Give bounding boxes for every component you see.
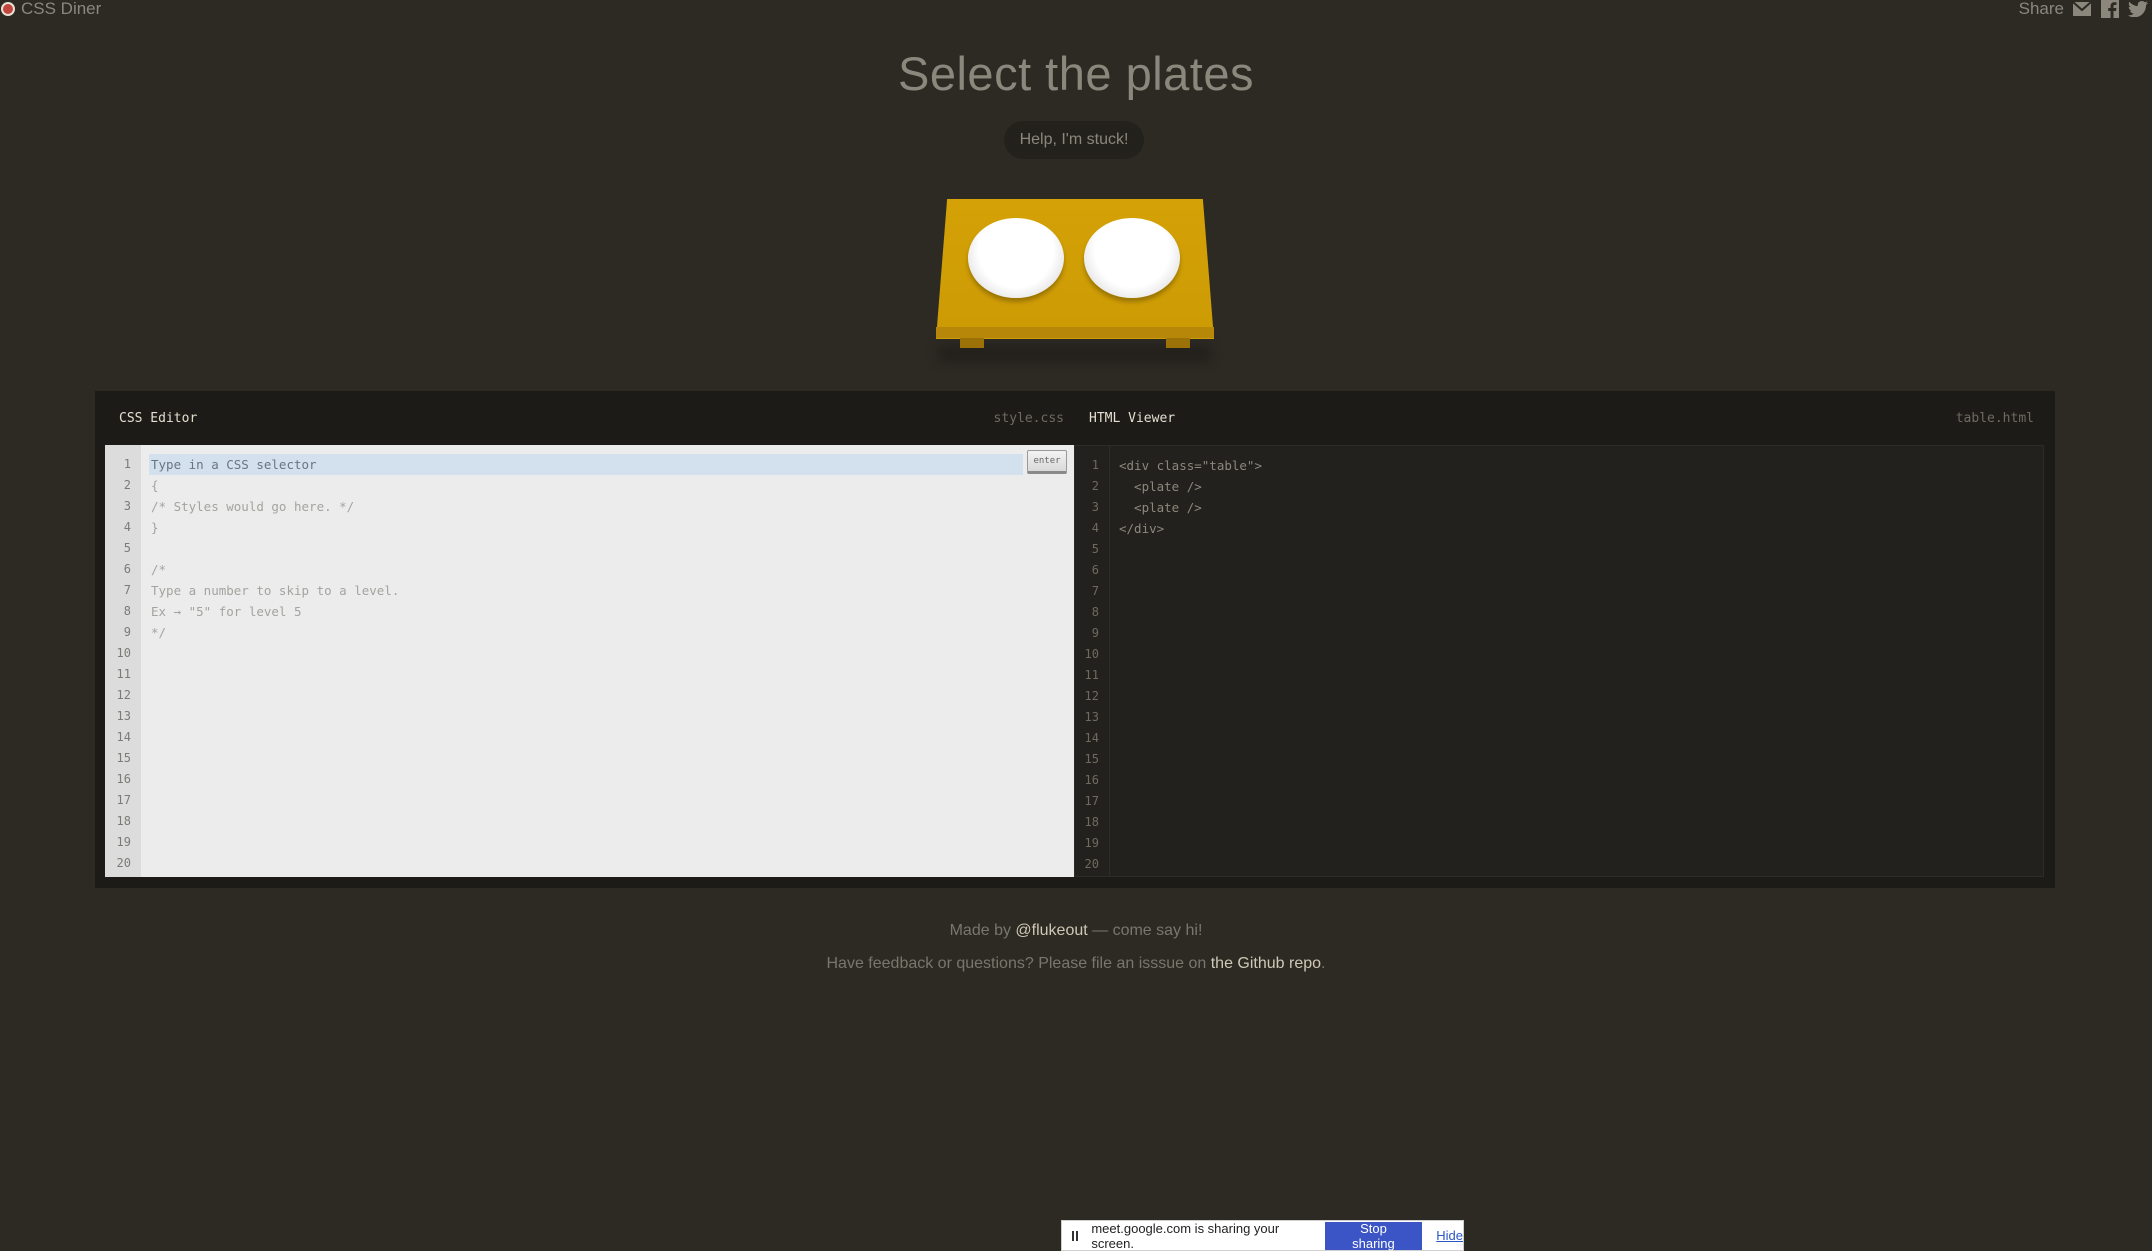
- logo-text: CSS Diner: [21, 0, 102, 18]
- enter-button[interactable]: enter: [1027, 450, 1067, 474]
- plate[interactable]: [1084, 218, 1180, 298]
- table-scene: [930, 196, 1220, 366]
- table-edge: [936, 327, 1214, 338]
- hide-link[interactable]: Hide: [1436, 1228, 1463, 1243]
- help-button[interactable]: Help, I'm stuck!: [1004, 121, 1144, 159]
- css-code: { /* Styles would go here. */} /* Type a n…: [151, 475, 399, 643]
- html-viewer-filename: table.html: [1955, 410, 2034, 426]
- code-line: */: [151, 625, 167, 640]
- css-editor-header: CSS Editor style.css: [119, 401, 1064, 435]
- css-editor-filename: style.css: [993, 410, 1064, 426]
- code-line: /*: [151, 562, 167, 577]
- footer-credit: Made by @flukeout — come say hi!: [0, 922, 2152, 940]
- screen-share-message: meet.google.com is sharing your screen.: [1091, 1220, 1280, 1251]
- feedback-prefix: Have feedback or questions? Please file …: [826, 955, 1211, 972]
- share-bar: Share: [2019, 0, 2148, 18]
- logo[interactable]: CSS Diner: [0, 0, 101, 18]
- logo-plate-icon: [1, 2, 15, 16]
- css-line-numbers: 1 2 3 4 5 6 7 8 9 10 11 12 13 14 15 16 17 18 19 20: [116, 457, 131, 870]
- stop-sharing-button[interactable]: Stop sharing: [1324, 1221, 1423, 1251]
- markup-line[interactable]: <plate />: [1119, 497, 1262, 518]
- html-line-numbers: 1 2 3 4 5 6 7 8 9 10 11 12 13 14 15 16 17 18 19 20: [1084, 458, 1099, 871]
- html-viewer-header: HTML Viewer table.html: [1089, 401, 2034, 435]
- share-label: Share: [2018, 0, 2064, 18]
- html-viewer-title: HTML Viewer: [1089, 410, 1176, 426]
- plate[interactable]: [968, 218, 1064, 298]
- pause-icon: [1072, 1230, 1085, 1241]
- level-title: Select the plates: [898, 47, 1254, 100]
- facebook-icon[interactable]: [2100, 0, 2120, 18]
- css-input-row: [149, 454, 1023, 475]
- envelope-icon[interactable]: [2072, 0, 2092, 18]
- table-leg-left: [960, 338, 984, 348]
- code-line: Ex → "5" for level 5: [151, 604, 302, 619]
- table-shadow: [938, 346, 1212, 362]
- github-link[interactable]: the Github repo: [1211, 955, 1321, 972]
- table-leg-right: [1166, 338, 1190, 348]
- markup-line[interactable]: <plate />: [1119, 476, 1262, 497]
- credit-prefix: Made by: [949, 922, 1016, 939]
- editor-panel: CSS Editor style.css HTML Viewer table.h…: [95, 391, 2055, 888]
- html-code: <div class="table"> <plate /> <plate /> <…: [1119, 455, 1262, 539]
- author-link[interactable]: @flukeout: [1015, 922, 1087, 939]
- code-line: {: [151, 478, 159, 493]
- css-editor: 1234567891011121314151617181920 enter { /…: [105, 445, 1074, 877]
- twitter-icon[interactable]: [2128, 0, 2148, 18]
- css-selector-input[interactable]: [151, 454, 1011, 475]
- markup-line[interactable]: </div>: [1119, 518, 1262, 539]
- credit-suffix: — come say hi!: [1087, 922, 1203, 939]
- code-line: }: [151, 520, 159, 535]
- css-editor-title: CSS Editor: [119, 410, 198, 426]
- screen-share-bar: meet.google.com is sharing your screen. …: [1061, 1220, 1464, 1251]
- code-line: Type a number to skip to a level.: [151, 583, 400, 598]
- feedback-suffix: .: [1321, 955, 1326, 972]
- markup-line[interactable]: <div class="table">: [1119, 455, 1262, 476]
- html-viewer: 1 2 3 4 5 6 7 8 9 10 11 12 13 14 15 16 17 18 19 20 <div cla…: [1074, 445, 2044, 877]
- code-line: /* Styles would go here. */: [151, 499, 355, 514]
- footer-feedback: Have feedback or questions? Please file …: [0, 955, 2152, 973]
- top-bar: CSS Diner Share: [0, 0, 2152, 20]
